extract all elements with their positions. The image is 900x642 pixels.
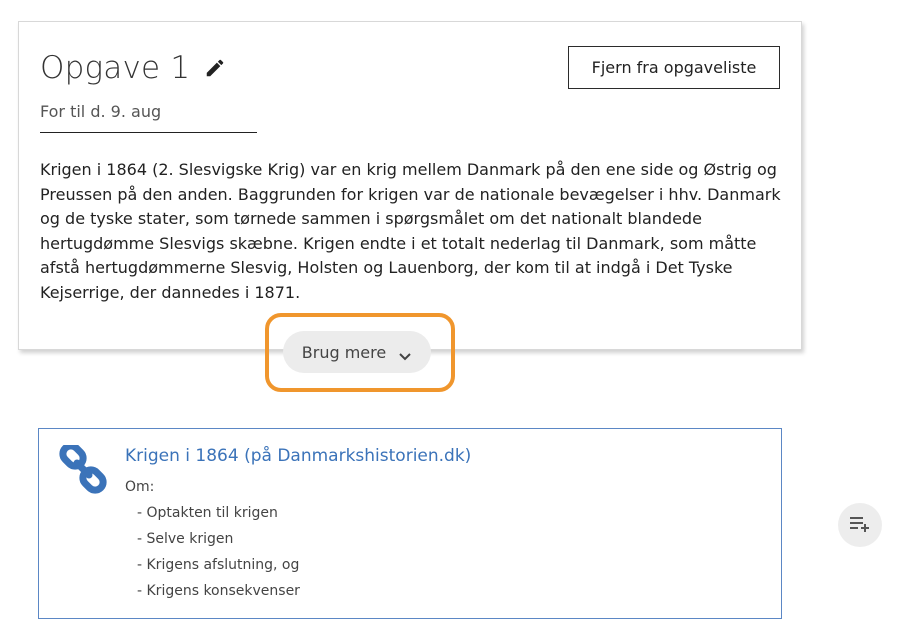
task-title: Opgave 1 xyxy=(40,50,191,86)
list-item: - Krigens afslutning, og xyxy=(137,557,300,573)
remove-from-tasklist-button[interactable]: Fjern fra opgaveliste xyxy=(568,46,780,89)
resource-card: Krigen i 1864 (på Danmarkshistorien.dk) … xyxy=(38,428,782,619)
resource-about-label: Om: xyxy=(125,479,155,495)
list-item: - Selve krigen xyxy=(137,531,234,547)
use-more-button[interactable]: Brug mere xyxy=(283,331,431,373)
list-item: - Optakten til krigen xyxy=(137,505,278,521)
add-to-playlist-button[interactable] xyxy=(838,503,882,547)
due-divider xyxy=(40,132,257,133)
use-more-label: Brug mere xyxy=(301,342,387,362)
resource-link[interactable]: Krigen i 1864 (på Danmarkshistorien.dk) xyxy=(125,446,471,466)
chevron-down-icon xyxy=(398,347,412,361)
resource-topic-list: - Optakten til krigen - Selve krigen - K… xyxy=(137,503,300,607)
list-item: - Krigens konsekvenser xyxy=(137,583,300,599)
task-description: Krigen i 1864 (2. Slesvigske Krig) var e… xyxy=(40,160,781,302)
playlist-add-icon xyxy=(849,515,871,536)
pencil-icon[interactable] xyxy=(204,57,226,79)
due-date: For til d. 9. aug xyxy=(40,102,162,121)
task-card: Opgave 1 Fjern fra opgaveliste For til d… xyxy=(18,21,802,350)
link-icon xyxy=(59,442,109,495)
task-title-row: Opgave 1 xyxy=(40,50,226,86)
